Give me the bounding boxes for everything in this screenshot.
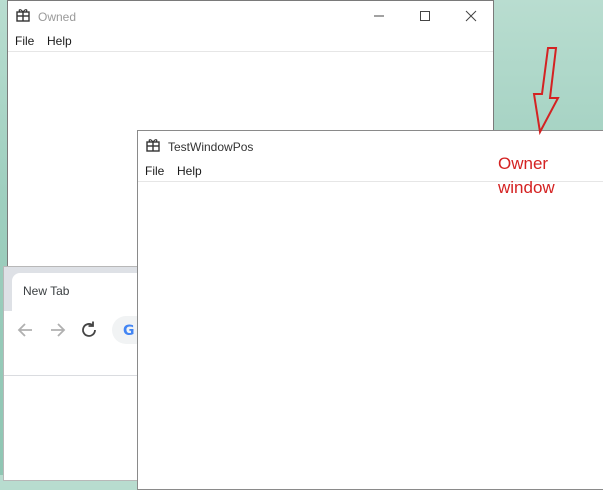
annotation-line-1: Owner xyxy=(498,154,549,173)
maximize-icon xyxy=(420,11,430,21)
tab-label: New Tab xyxy=(23,284,70,298)
forward-arrow-icon[interactable] xyxy=(46,319,68,341)
minimize-icon xyxy=(374,15,384,17)
back-arrow-icon[interactable] xyxy=(15,319,37,341)
gift-icon xyxy=(146,139,160,152)
arrow-icon xyxy=(532,47,560,136)
desktop: Owned File Help New Tab G TestWindowPos … xyxy=(0,0,603,490)
browser-toolbar: G xyxy=(4,311,192,351)
owned-title-bar[interactable]: Owned xyxy=(8,1,493,31)
google-logo-icon: G xyxy=(123,323,135,339)
close-icon xyxy=(465,10,477,22)
owned-menu-bar: File Help xyxy=(8,31,493,52)
menu-help[interactable]: Help xyxy=(177,164,202,178)
minimize-button[interactable] xyxy=(356,1,402,31)
owner-window-title: TestWindowPos xyxy=(168,140,254,154)
owned-window-title: Owned xyxy=(38,10,77,24)
annotation-line-2: window xyxy=(498,178,555,197)
reload-icon[interactable] xyxy=(78,319,100,341)
browser-window[interactable]: New Tab G xyxy=(3,266,192,481)
menu-file[interactable]: File xyxy=(15,34,34,48)
owner-window-annotation: Owner window xyxy=(498,152,598,200)
maximize-button[interactable] xyxy=(402,1,448,31)
menu-help[interactable]: Help xyxy=(47,34,72,48)
menu-file[interactable]: File xyxy=(145,164,164,178)
toolbar-divider xyxy=(4,375,152,376)
tab-strip: New Tab xyxy=(4,267,172,311)
gift-icon xyxy=(16,9,30,22)
close-button[interactable] xyxy=(448,1,494,31)
